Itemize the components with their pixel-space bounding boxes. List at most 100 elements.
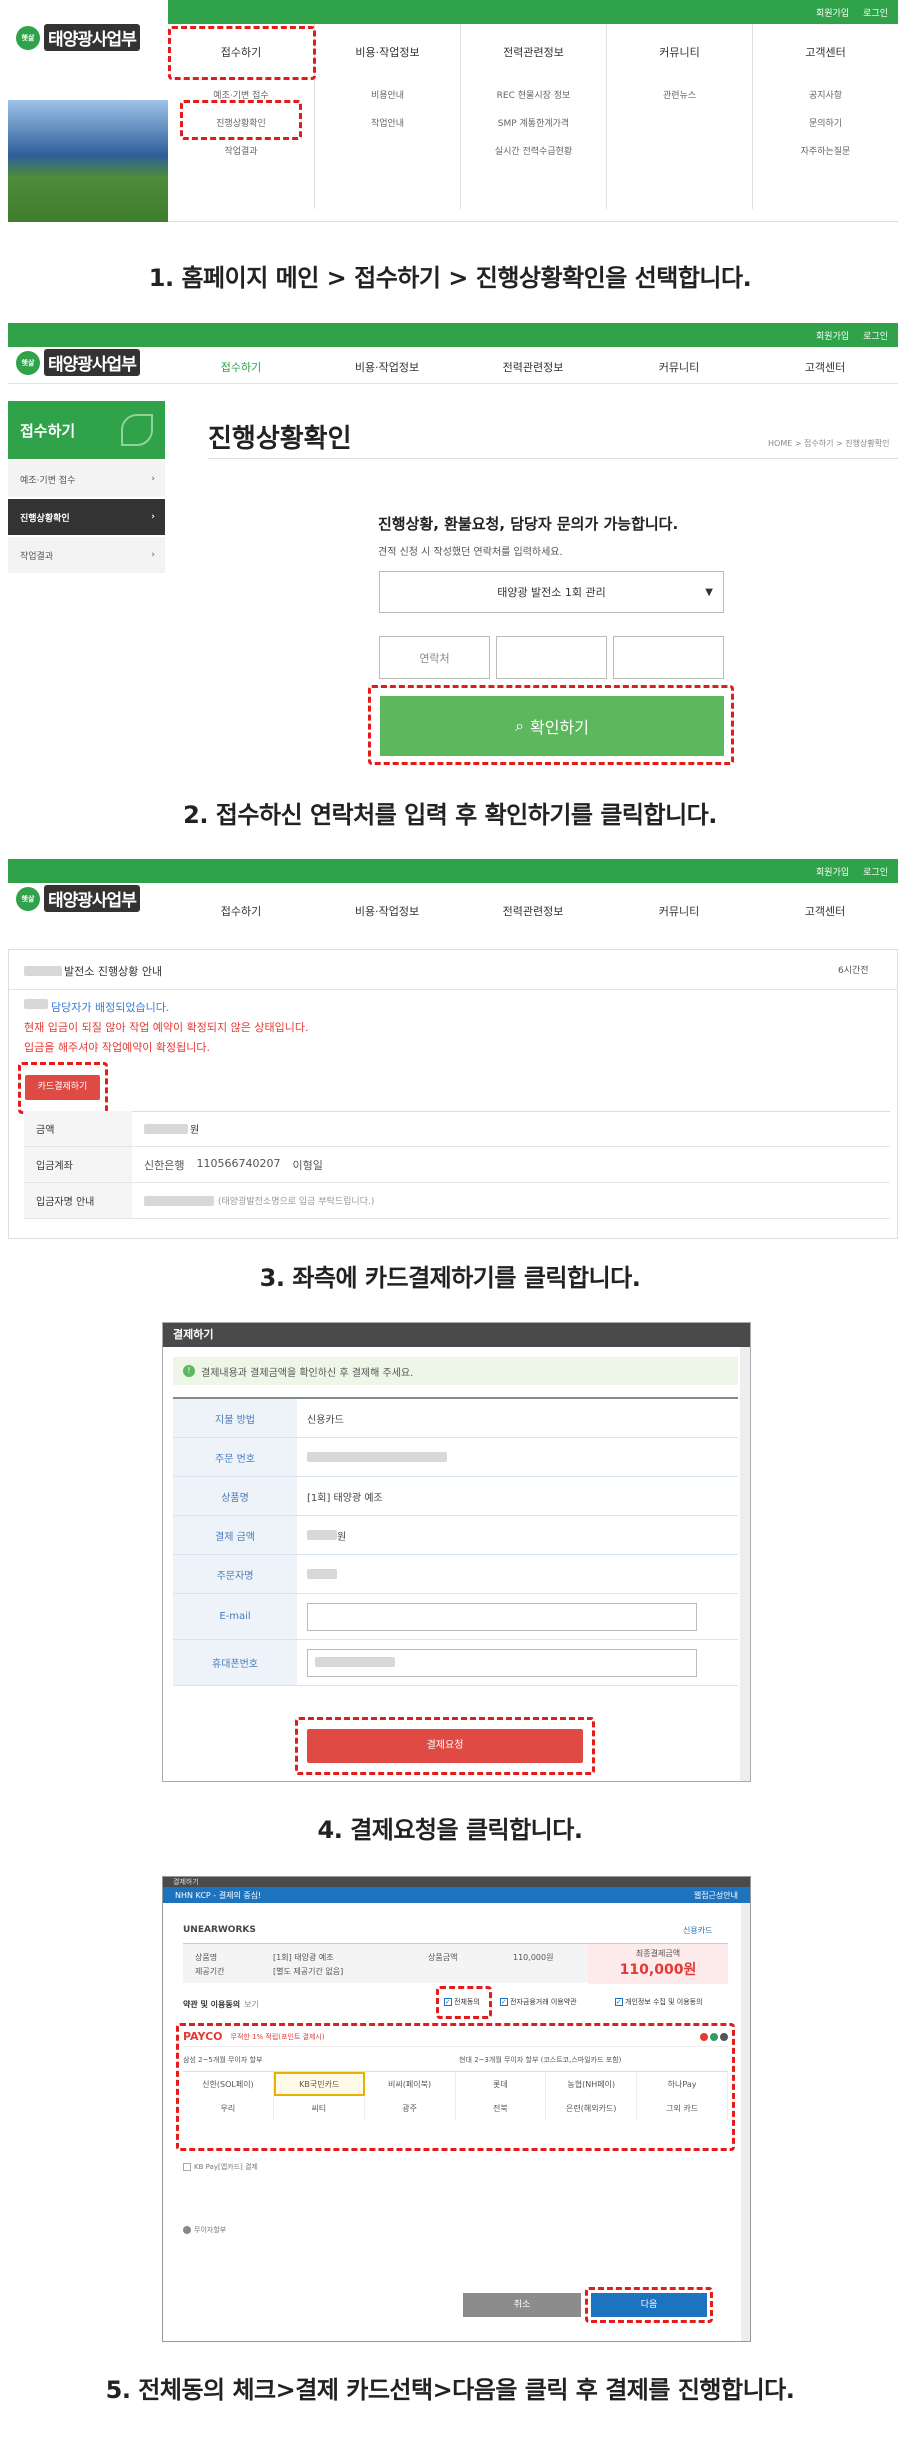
nav-cost-3[interactable]: 비용·작업정보 — [314, 903, 460, 919]
row-account: 신한은행 110566740207 이형일 — [132, 1157, 323, 1173]
card-other[interactable]: 그외 카드 — [637, 2096, 728, 2120]
nav-receipt-3[interactable]: 접수하기 — [168, 903, 314, 919]
card-hana[interactable]: 하나Pay — [637, 2072, 728, 2096]
card-kb[interactable]: KB국민카드 — [273, 2072, 365, 2096]
menu-community[interactable]: 커뮤니티 — [607, 44, 752, 60]
logo-name: 태양광사업부 — [44, 24, 140, 51]
card-unionpay[interactable]: 은련(해외카드) — [546, 2096, 638, 2120]
submenu-smp[interactable]: SMP 계통한계가격 — [461, 110, 606, 138]
card-pay-button[interactable]: 카드결제하기 — [25, 1075, 100, 1100]
pay-row-amount: 결제 금액 원 — [173, 1516, 738, 1555]
caption-step3: 3. 좌측에 카드결제하기를 클릭합니다. — [259, 1264, 641, 1292]
submenu-faq[interactable]: 자주하는질문 — [753, 138, 898, 166]
scrollbar-5[interactable] — [741, 1903, 750, 2341]
agree-privacy[interactable]: ✓ 개인정보 수집 및 이용동의 — [615, 1997, 703, 2007]
card-grid: 신한(SOL페이) KB국민카드 비씨(페이북) 롯데 농협(NH페이) 하나P… — [183, 2071, 728, 2120]
phone-input-2[interactable] — [496, 636, 607, 679]
amount-label: 상품금액 — [428, 1953, 458, 1962]
help-link[interactable]: 무이자할부 — [183, 2225, 226, 2235]
logo-2[interactable]: 햇살 태양광사업부 — [16, 349, 140, 376]
kbpay-option[interactable]: KB Pay[앱카드] 결제 — [183, 2162, 258, 2172]
nav-community-3[interactable]: 커뮤니티 — [606, 903, 752, 919]
blurred-amount — [307, 1530, 337, 1540]
login-link[interactable]: 로그인 — [863, 6, 888, 19]
submenu-rec[interactable]: REC 현물시장 정보 — [461, 82, 606, 110]
card-nh[interactable]: 농협(NH페이) — [546, 2072, 638, 2096]
pay-row-method: 지불 방법 신용카드 — [173, 1399, 738, 1438]
pay-request-button[interactable]: 결제요청 — [307, 1729, 583, 1763]
phone-input[interactable] — [307, 1648, 697, 1677]
card-gwangju[interactable]: 광주 — [365, 2096, 456, 2120]
breadcrumb: HOME > 접수하기 > 진행상황확인 — [768, 439, 890, 448]
nav-receipt-2[interactable]: 접수하기 — [168, 359, 314, 375]
logo-badge-2: 햇살 — [16, 350, 40, 375]
login-link-3[interactable]: 로그인 — [863, 865, 888, 878]
pay-row-value: 원 — [297, 1516, 738, 1554]
submenu-notice[interactable]: 공지사항 — [753, 82, 898, 110]
login-link-2[interactable]: 로그인 — [863, 329, 888, 342]
merchant-name: UNEARWORKS — [183, 1925, 256, 1935]
card-shinhan[interactable]: 신한(SOL페이) — [183, 2072, 274, 2096]
submenu-inquiry[interactable]: 문의하기 — [753, 110, 898, 138]
card-bc[interactable]: 비씨(페이북) — [365, 2072, 456, 2096]
blurred-amount — [144, 1123, 188, 1134]
join-link-3[interactable]: 회원가입 — [816, 865, 849, 878]
highlight-progress-check — [180, 100, 302, 140]
menu-support[interactable]: 고객센터 — [753, 44, 898, 60]
nav-support-3[interactable]: 고객센터 — [752, 903, 898, 919]
pay-row-value: 신용카드 — [307, 1414, 344, 1426]
pay-row-value — [297, 1640, 738, 1685]
agree-all-label: 전체동의 — [454, 1998, 480, 2006]
join-link[interactable]: 회원가입 — [816, 6, 849, 19]
terms-view[interactable]: 보기 — [244, 1999, 259, 2010]
help-label: 무이자할부 — [194, 2226, 227, 2234]
nav-power-2[interactable]: 전력관련정보 — [460, 359, 606, 375]
form-desc: 견적 신청 시 작성했던 연락처를 입력하세요. — [378, 547, 563, 558]
card-link[interactable]: 신용카드 — [683, 1925, 712, 1936]
info-bar: ! 결제내용과 결제금액을 확인하신 후 결제해 주세요. — [173, 1357, 738, 1385]
payco-row[interactable]: PAYCO 무적한 1% 적립(포인트 결제시) — [183, 2027, 728, 2047]
agree-all[interactable]: ✓ 전체동의 — [444, 1997, 480, 2007]
submenu-work-result[interactable]: 작업결과 — [168, 138, 314, 166]
caption-step1: 1. 홈페이지 메인 > 접수하기 > 진행상황확인을 선택합니다. — [148, 264, 752, 292]
logo-3[interactable]: 햇살 태양광사업부 — [16, 885, 140, 912]
submenu-news[interactable]: 관련뉴스 — [607, 82, 752, 110]
side-item-progress[interactable]: 진행상황확인 › — [8, 499, 165, 535]
scrollbar[interactable] — [740, 1347, 750, 1781]
cancel-button[interactable]: 취소 — [463, 2293, 581, 2317]
next-button[interactable]: 다음 — [591, 2293, 707, 2317]
submenu-cost-info[interactable]: 비용안내 — [315, 82, 460, 110]
submenu-realtime[interactable]: 실시간 전력수급현황 — [461, 138, 606, 166]
status-title-text: 발전소 진행상황 안내 — [64, 965, 163, 978]
phone-input-3[interactable] — [613, 636, 724, 679]
nav-community-2[interactable]: 커뮤니티 — [606, 359, 752, 375]
nav-cost-2[interactable]: 비용·작업정보 — [314, 359, 460, 375]
nav-support-2[interactable]: 고객센터 — [752, 359, 898, 375]
side-item-result[interactable]: 작업결과 › — [8, 537, 165, 573]
submenu-work-info[interactable]: 작업안내 — [315, 110, 460, 138]
side-item-apply[interactable]: 예조·기변 접수 › — [8, 461, 165, 497]
main-nav-3: 접수하기 비용·작업정보 전력관련정보 커뮤니티 고객센터 — [168, 903, 898, 919]
email-input[interactable] — [307, 1602, 697, 1631]
join-link-2[interactable]: 회원가입 — [816, 329, 849, 342]
service-select[interactable]: 태양광 발전소 1회 관리 ▼ — [379, 571, 724, 613]
menu-col-support: 고객센터 공지사항 문의하기 자주하는질문 — [752, 24, 898, 209]
logo[interactable]: 햇살 태양광사업부 — [16, 24, 140, 51]
card-jeonbuk[interactable]: 전북 — [456, 2096, 547, 2120]
card-lotte[interactable]: 롯데 — [456, 2072, 547, 2096]
card-woori[interactable]: 우리 — [183, 2096, 274, 2120]
menu-cost[interactable]: 비용·작업정보 — [315, 44, 460, 60]
step4-window: 결제하기 ! 결제내용과 결제금액을 확인하신 후 결제해 주세요. 지불 방법… — [162, 1322, 751, 1782]
terms-row: 약관 및 이용동의 보기 — [183, 1999, 259, 2010]
amount-value: 110,000원 — [513, 1953, 554, 1962]
agree-efinance[interactable]: ✓ 전자금융거래 이용약관 — [500, 1997, 577, 2007]
confirm-button[interactable]: ⌕ 확인하기 — [380, 696, 724, 756]
menu-power[interactable]: 전력관련정보 — [461, 44, 606, 60]
bank-name: 신한은행 — [144, 1158, 185, 1172]
accessibility-link[interactable]: 웹접근성안내 — [694, 1890, 738, 1901]
card-citi[interactable]: 씨티 — [274, 2096, 365, 2120]
row-label: 입금자명 안내 — [24, 1183, 132, 1218]
nav-power-3[interactable]: 전력관련정보 — [460, 903, 606, 919]
payco-badges — [700, 2032, 728, 2041]
phone-input-1[interactable]: 연락처 — [379, 636, 490, 679]
